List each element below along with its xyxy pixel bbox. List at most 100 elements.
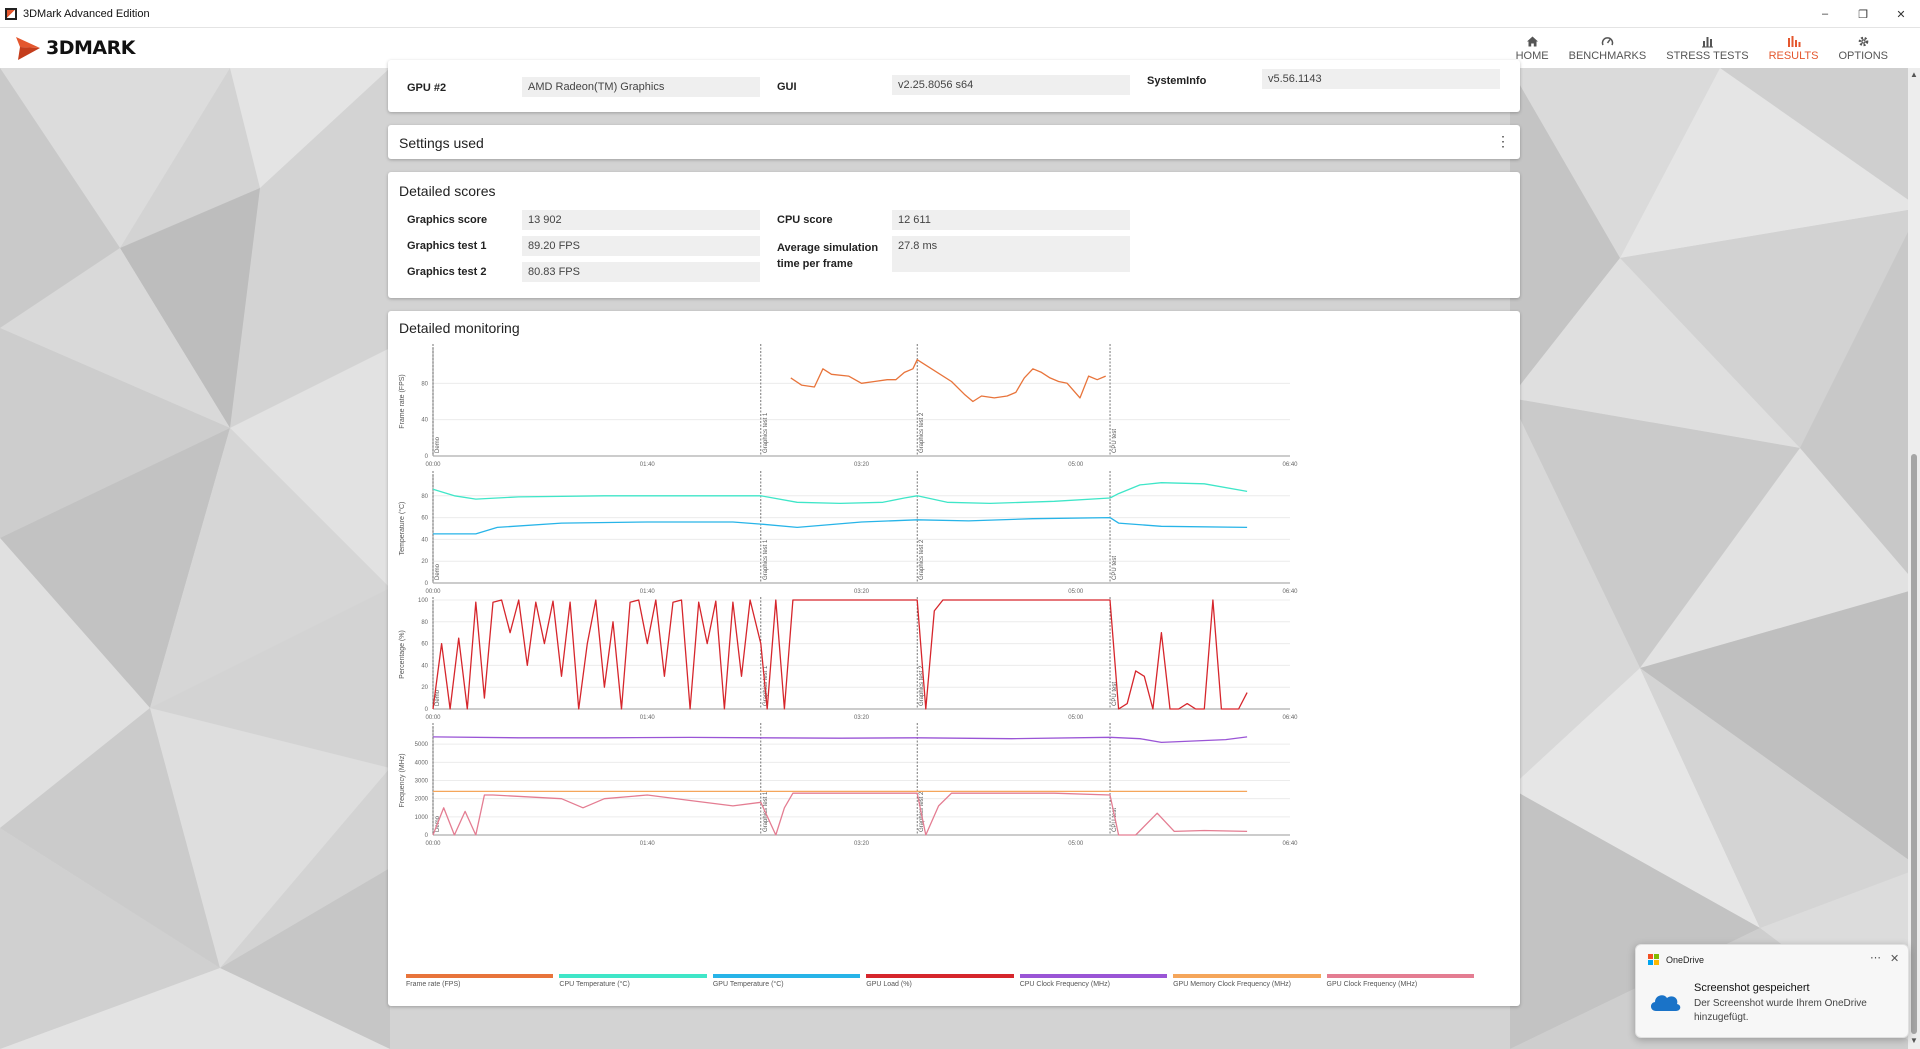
- detailed-scores-title: Detailed scores: [399, 183, 496, 199]
- legend-item[interactable]: GPU Clock Frequency (MHz): [1326, 974, 1474, 994]
- y-tick-label: 60: [421, 642, 428, 648]
- series-line: [432, 736, 1248, 744]
- y-tick-label: 0: [425, 833, 429, 839]
- y-axis-label: Frequency (MHz): [399, 753, 406, 807]
- toast-body: Der Screenshot wurde Ihrem OneDrive hinz…: [1694, 998, 1867, 1023]
- legend-label: Frame rate (FPS): [406, 981, 461, 988]
- close-button[interactable]: ✕: [1882, 0, 1920, 28]
- toast-title: Screenshot gespeichert: [1694, 982, 1810, 994]
- y-axis-label: Percentage (%): [399, 630, 406, 679]
- y-tick-label: 20: [421, 559, 428, 565]
- avg-simulation-label: Average simulation time per frame: [777, 242, 879, 270]
- legend-swatch: [406, 974, 554, 978]
- series-line: [432, 792, 1248, 836]
- nav-results[interactable]: RESULTS: [1759, 28, 1829, 68]
- graphics-test2-label: Graphics test 2: [407, 266, 487, 278]
- x-tick-label: 01:40: [640, 589, 656, 595]
- y-tick-label: 40: [421, 663, 428, 669]
- legend-item[interactable]: CPU Clock Frequency (MHz): [1019, 974, 1168, 994]
- legend-label: GPU Temperature (°C): [712, 981, 784, 988]
- phase-label: CPU test: [1112, 429, 1118, 453]
- settings-used-panel[interactable]: Settings used ⋮: [388, 125, 1520, 159]
- legend-label: GPU Memory Clock Frequency (MHz): [1173, 981, 1291, 988]
- scroll-thumb[interactable]: [1911, 454, 1917, 1034]
- graphics-score-label: Graphics score: [407, 214, 488, 226]
- gpu2-value: AMD Radeon(TM) Graphics: [522, 77, 760, 97]
- legend-label: GPU Load (%): [866, 981, 912, 988]
- legend-label: GPU Clock Frequency (MHz): [1326, 981, 1418, 988]
- app-logo[interactable]: 3DMARK: [14, 30, 135, 66]
- nav-options[interactable]: OPTIONS: [1828, 28, 1898, 68]
- cloud-icon: [1650, 995, 1681, 1011]
- series-line: [433, 516, 1248, 535]
- gui-label: GUI: [777, 81, 797, 93]
- y-tick-label: 2000: [415, 797, 429, 803]
- x-tick-label: 05:00: [1068, 715, 1084, 721]
- series-line: [432, 599, 1248, 710]
- nav-benchmarks-label: BENCHMARKS: [1568, 50, 1647, 62]
- y-tick-label: 40: [421, 418, 428, 424]
- x-tick-label: 01:40: [640, 715, 656, 721]
- y-tick-label: 0: [425, 707, 429, 713]
- more-options-icon[interactable]: ⋯: [1870, 951, 1881, 964]
- legend-item[interactable]: GPU Temperature (°C): [712, 974, 861, 994]
- phase-label: Demo: [435, 436, 441, 453]
- x-tick-label: 01:40: [640, 462, 656, 468]
- legend-swatch: [1326, 974, 1474, 978]
- y-tick-label: 5000: [415, 742, 429, 748]
- nav-results-label: RESULTS: [1768, 50, 1819, 62]
- gui-value: v2.25.8056 s64: [892, 75, 1130, 95]
- x-tick-label: 06:40: [1282, 841, 1298, 847]
- phase-label: Demo: [435, 563, 441, 580]
- nav-benchmarks[interactable]: BENCHMARKS: [1559, 28, 1657, 68]
- nav-home-label: HOME: [1515, 50, 1549, 62]
- systeminfo-label: SystemInfo: [1147, 75, 1207, 87]
- window-controls: – ❐ ✕: [1806, 0, 1920, 28]
- x-tick-label: 00:00: [425, 715, 441, 721]
- cpu-score-label: CPU score: [777, 214, 833, 226]
- x-tick-label: 00:00: [425, 589, 441, 595]
- legend-item[interactable]: Frame rate (FPS): [406, 974, 554, 994]
- legend-swatch: [1019, 974, 1168, 978]
- x-tick-label: 00:00: [425, 462, 441, 468]
- restore-button[interactable]: ❐: [1844, 0, 1882, 28]
- phase-label: Graphics test 2: [919, 539, 925, 580]
- legend-swatch: [866, 974, 1014, 978]
- nav-stress-tests[interactable]: STRESS TESTS: [1656, 28, 1758, 68]
- legend-item[interactable]: GPU Load (%): [866, 974, 1014, 994]
- onedrive-toast[interactable]: OneDrive ⋯ ✕ Screenshot gespeichert Der …: [1635, 944, 1909, 1038]
- graphics-test1-value: 89.20 FPS: [522, 236, 760, 256]
- page-scrollbar[interactable]: ▲ ▼: [1908, 68, 1920, 1049]
- phase-label: Graphics test 2: [919, 412, 925, 453]
- legend-item[interactable]: GPU Memory Clock Frequency (MHz): [1173, 974, 1321, 994]
- x-tick-label: 03:20: [854, 462, 870, 468]
- scroll-up-icon[interactable]: ▲: [1909, 70, 1919, 80]
- legend-item[interactable]: CPU Temperature (°C): [559, 974, 707, 994]
- gear-icon: [1856, 34, 1870, 48]
- monitoring-charts[interactable]: 0 40 80 Frame rate (FPS) 00:00 01:40 03:20 05:0…: [388, 311, 1520, 971]
- scroll-down-icon[interactable]: ▼: [1909, 1036, 1919, 1046]
- y-tick-label: 60: [421, 516, 428, 522]
- detailed-monitoring-panel: Detailed monitoring 0 40 80 Frame rate (FPS…: [388, 311, 1520, 1006]
- more-menu-icon[interactable]: ⋮: [1496, 133, 1510, 150]
- y-axis-label: Temperature (°C): [398, 502, 406, 556]
- results-icon: [1787, 34, 1801, 48]
- x-tick-label: 05:00: [1068, 841, 1084, 847]
- monitoring-legend: Frame rate (FPS) CPU Temperature (°C) GP…: [406, 974, 1474, 994]
- minimize-button[interactable]: –: [1806, 0, 1844, 28]
- y-tick-label: 80: [421, 620, 428, 626]
- graphics-score-value: 13 902: [522, 210, 760, 230]
- system-info-panel: GPU #2 AMD Radeon(TM) Graphics GUI v2.25…: [388, 60, 1520, 112]
- phase-label: Graphics test 1: [763, 539, 769, 580]
- legend-label: CPU Temperature (°C): [559, 981, 630, 988]
- legend-swatch: [1173, 974, 1321, 978]
- phase-label: Graphics test 1: [763, 412, 769, 453]
- x-tick-label: 03:20: [854, 841, 870, 847]
- y-tick-label: 0: [425, 454, 429, 460]
- close-icon[interactable]: ✕: [1890, 952, 1899, 965]
- systeminfo-value: v5.56.1143: [1262, 69, 1500, 89]
- legend-swatch: [559, 974, 707, 978]
- phase-label: Graphics test 1: [763, 791, 769, 832]
- x-tick-label: 06:40: [1282, 462, 1298, 468]
- legend-swatch: [712, 974, 861, 978]
